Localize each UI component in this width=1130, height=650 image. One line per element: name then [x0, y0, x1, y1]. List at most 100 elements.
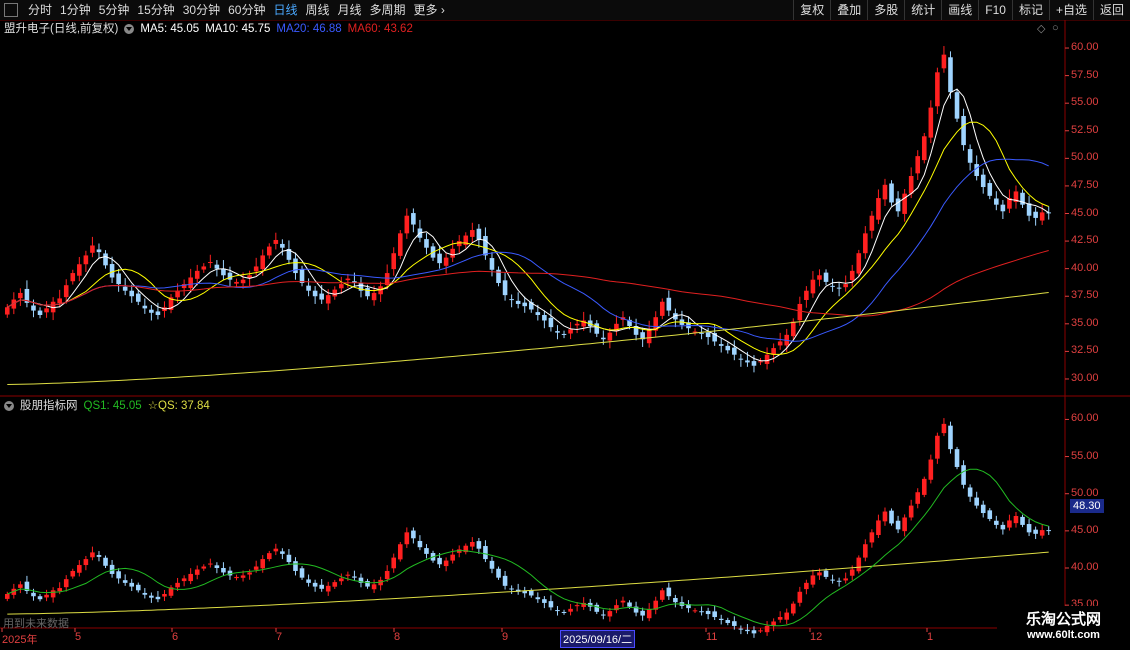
candle-body — [63, 579, 69, 588]
candle-body — [404, 215, 410, 234]
diamond-icon[interactable]: ◇ — [1037, 22, 1045, 35]
candle-body — [142, 592, 148, 595]
candle-body — [751, 630, 757, 634]
candle-body — [109, 264, 115, 278]
candle-body — [542, 314, 547, 321]
price-tick-label: 52.50 — [1071, 123, 1099, 136]
candle-body — [948, 57, 953, 93]
candle-body — [391, 557, 397, 569]
candle-body — [181, 578, 187, 582]
candle-body — [725, 620, 731, 623]
price-tick-label: 32.50 — [1071, 344, 1099, 357]
candle-body — [221, 268, 226, 276]
candle-body — [574, 323, 580, 326]
circle-icon[interactable]: ○ — [1052, 22, 1059, 34]
candle-body — [391, 253, 397, 270]
candle-body — [1020, 516, 1025, 525]
candle-body — [987, 510, 993, 519]
candle-body — [863, 233, 868, 254]
candle-body — [895, 198, 901, 212]
candle-body — [954, 449, 960, 467]
candle-body — [397, 544, 403, 560]
ma5-label: MA5: 45.05 — [140, 23, 200, 35]
candle-body — [293, 258, 298, 274]
candle-body — [594, 323, 600, 334]
candle-body — [777, 617, 783, 620]
price-tick-label: 45.00 — [1071, 206, 1099, 219]
candle-body — [96, 249, 102, 253]
candle-body — [201, 566, 207, 569]
candle-body — [790, 603, 796, 614]
candle-body — [194, 569, 200, 575]
candle-body — [443, 560, 449, 567]
candle-body — [4, 307, 10, 315]
candle-body — [273, 239, 279, 244]
candle-body — [535, 597, 541, 600]
candle-body — [470, 230, 475, 237]
candle-body — [961, 115, 966, 146]
candle-body — [738, 628, 744, 630]
ma60-label: MA60: 43.62 — [347, 23, 413, 35]
candle-body — [502, 575, 508, 586]
date-tick-label: 9 — [502, 631, 509, 643]
candle-body — [18, 584, 23, 588]
candle-body — [1013, 516, 1019, 524]
candle-body — [646, 608, 652, 619]
candle-body — [332, 289, 338, 297]
candle-body — [548, 601, 554, 608]
candle-body — [856, 253, 862, 274]
dropdown-circle-icon[interactable] — [124, 24, 135, 34]
brand-url: www.60lt.com — [1027, 629, 1100, 641]
candle-body — [961, 465, 966, 485]
candle-body — [980, 504, 986, 514]
candle-body — [627, 602, 632, 607]
candle-body — [437, 557, 442, 565]
kline-chart[interactable] — [0, 0, 1130, 650]
candle-body — [450, 248, 455, 258]
candle-body — [869, 532, 875, 543]
candle-body — [561, 611, 567, 613]
candle-body — [149, 309, 154, 313]
candle-body — [1033, 211, 1038, 218]
candle-body — [994, 520, 999, 525]
candle-body — [692, 610, 698, 612]
candle-body — [856, 557, 862, 572]
candle-body — [699, 332, 704, 334]
dropdown-circle-icon[interactable] — [4, 401, 14, 411]
price-tick-label: 37.50 — [1071, 289, 1099, 302]
candle-body — [90, 245, 95, 253]
candle-body — [869, 215, 875, 231]
long-ma-line — [7, 292, 1049, 385]
candle-body — [830, 579, 835, 581]
date-tick-label: 8 — [394, 631, 401, 643]
candle-body — [201, 266, 207, 270]
candle-body — [188, 277, 193, 289]
candle-body — [253, 266, 259, 272]
candle-body — [240, 575, 246, 578]
candle-body — [175, 290, 180, 298]
candle-body — [450, 554, 455, 561]
candle-body — [483, 546, 488, 560]
candle-body — [889, 510, 894, 524]
candle-body — [751, 361, 757, 366]
candle-body — [987, 183, 993, 196]
candle-body — [1000, 204, 1006, 212]
candle-body — [70, 570, 76, 577]
candle-body — [928, 459, 934, 480]
candle-body — [214, 264, 220, 269]
stock-title[interactable]: 盟升电子(日线,前复权) — [4, 21, 118, 37]
candle-body — [515, 300, 521, 304]
candle-body — [339, 578, 344, 582]
candle-body — [116, 571, 121, 579]
candle-body — [424, 239, 429, 248]
candle-body — [705, 332, 711, 338]
indicator-title[interactable]: 股朋指标网 — [20, 398, 78, 414]
candle-body — [476, 228, 482, 240]
candle-body — [116, 273, 121, 285]
candle-body — [876, 520, 881, 536]
candle-body — [601, 337, 606, 340]
price-tick-label: 55.00 — [1071, 96, 1099, 109]
candle-body — [44, 594, 49, 598]
candle-body — [37, 310, 43, 315]
candle-body — [607, 611, 613, 617]
